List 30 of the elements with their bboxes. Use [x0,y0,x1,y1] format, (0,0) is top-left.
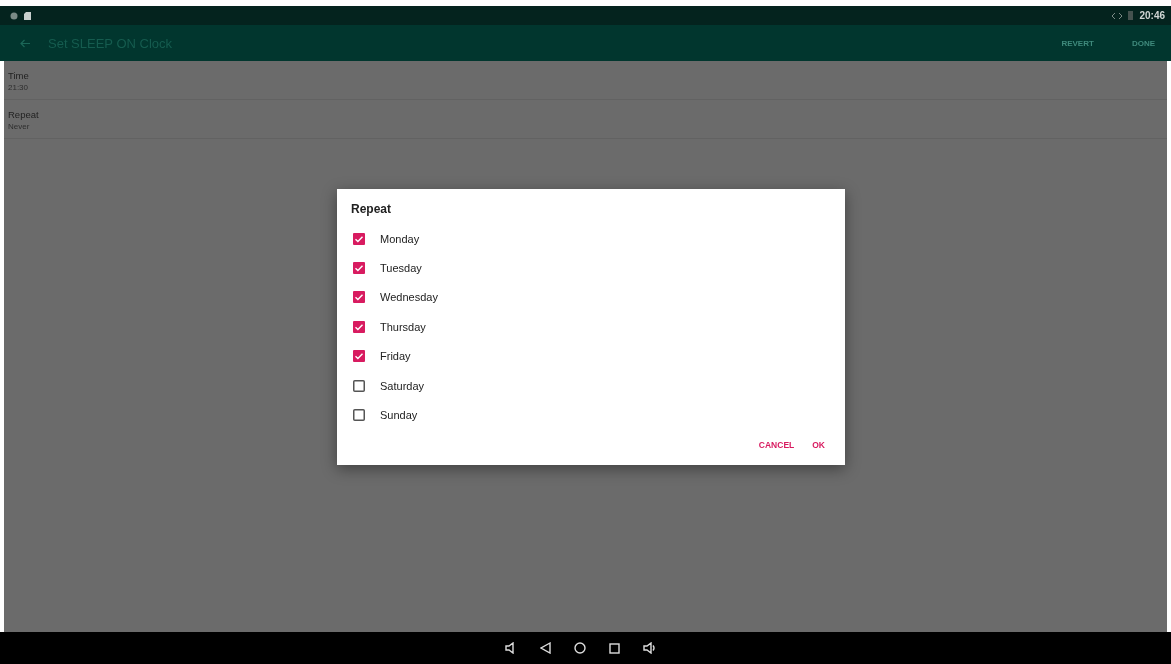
data-arrows-icon [1112,12,1123,19]
dialog-title: Repeat [351,202,392,216]
setting-value: Never [8,122,31,131]
sd-card-icon [24,11,31,20]
recents-icon[interactable] [609,642,620,654]
checked-checkbox[interactable] [353,262,365,275]
clock-time: 20:46 [1139,10,1165,21]
day-label[interactable]: Friday [380,350,411,363]
volume-up-icon[interactable] [643,642,656,654]
day-label[interactable]: Saturday [380,379,425,392]
volume-down-icon[interactable] [505,642,517,654]
checked-checkbox[interactable] [353,291,365,304]
day-label[interactable]: Sunday [380,409,418,422]
battery-icon [1128,11,1134,20]
circle-icon [10,11,18,20]
dialog-button[interactable]: CANCEL [752,435,801,454]
checked-checkbox[interactable] [353,350,365,363]
checked-checkbox[interactable] [353,232,365,245]
empty-checkbox[interactable] [353,379,365,392]
checked-checkbox[interactable] [353,320,365,333]
home-icon[interactable] [574,642,586,654]
dialog-button[interactable]: OK [806,435,831,454]
back-icon[interactable] [540,642,551,654]
day-label[interactable]: Tuesday [380,262,422,275]
day-label[interactable]: Wednesday [380,291,438,304]
day-label[interactable]: Thursday [380,320,426,333]
setting-title: Repeat [8,109,40,120]
empty-checkbox[interactable] [353,409,365,422]
day-label[interactable]: Monday [380,232,420,245]
setting-title: Time [8,70,30,81]
